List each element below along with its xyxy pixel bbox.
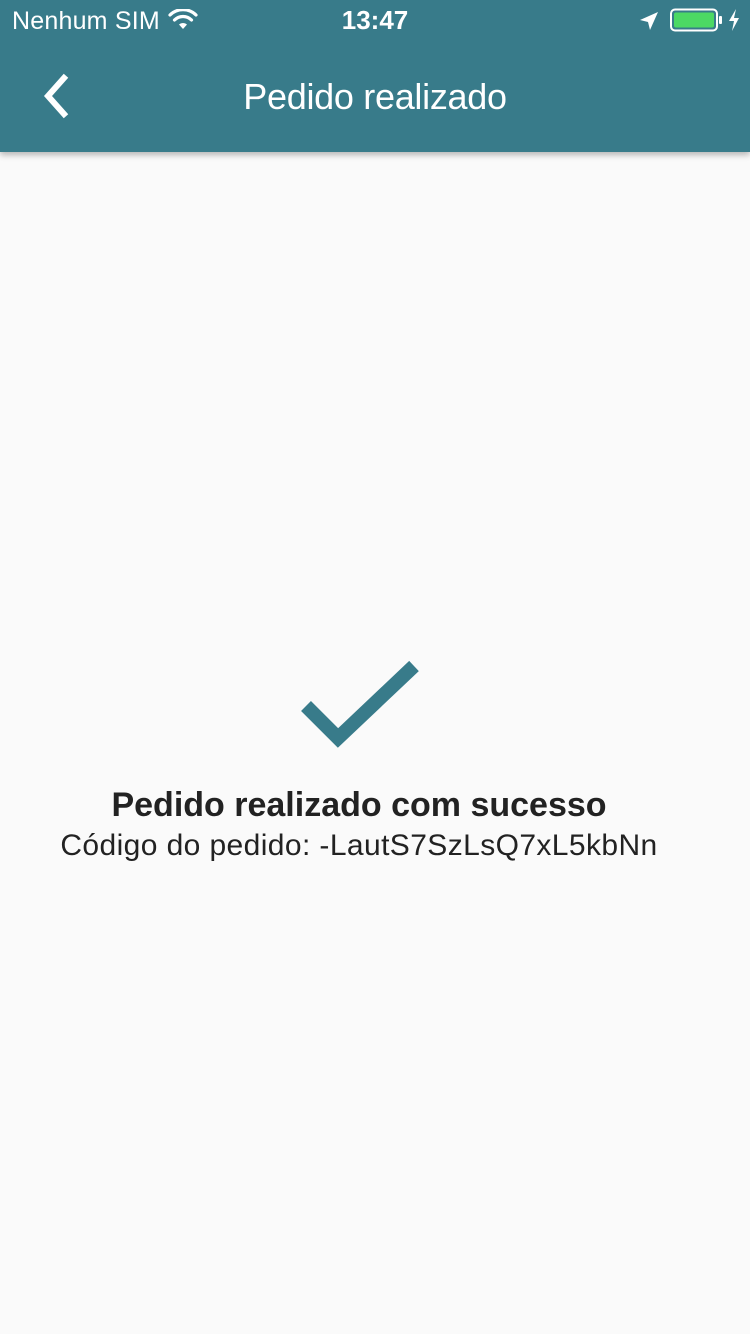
- page-title: Pedido realizado: [243, 76, 507, 117]
- battery-icon: [670, 8, 722, 32]
- status-bar: Nenhum SIM 13:47: [0, 0, 750, 40]
- order-code: Código do pedido: -LautS7SzLsQ7xL5kbNn: [60, 829, 658, 862]
- app-bar: Nenhum SIM 13:47 Pedido realizado: [0, 0, 750, 152]
- confirmation-content: Pedido realizado com sucesso Código do p…: [0, 152, 750, 1334]
- location-arrow-icon: [640, 12, 658, 30]
- charging-bolt-icon: [729, 9, 739, 31]
- checkmark-icon: [301, 660, 419, 748]
- success-message: Pedido realizado com sucesso: [111, 786, 607, 824]
- order-confirmation-screen: Nenhum SIM 13:47 Pedido realizado Pedido…: [0, 0, 750, 1334]
